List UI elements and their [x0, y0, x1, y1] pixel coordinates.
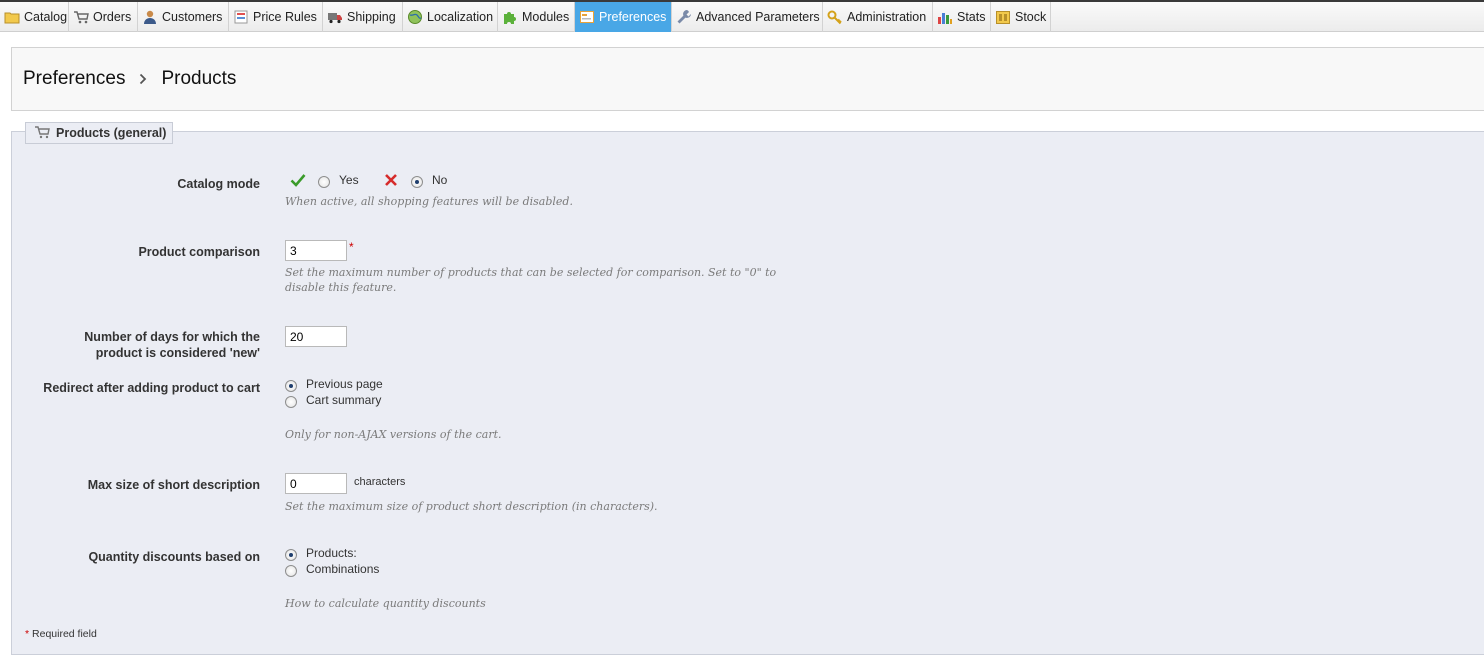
required-mark: * [25, 628, 30, 640]
globe-icon [407, 9, 423, 25]
tab-stock[interactable]: Stock [991, 2, 1051, 32]
required-field-text: Required field [32, 628, 97, 640]
catalog-mode-hint: When active, all shopping features will … [285, 195, 573, 208]
label-line: Number of days for which the [84, 330, 260, 344]
breadcrumb: Preferences Products [11, 47, 1484, 111]
folder-icon [4, 9, 20, 25]
truck-icon [327, 9, 343, 25]
qty-discounts-combinations-radio[interactable] [285, 565, 297, 577]
redirect-cart-summary-radio[interactable] [285, 396, 297, 408]
tab-label: Customers [162, 10, 223, 24]
required-field-note: * Required field [25, 628, 97, 640]
cart-icon [73, 9, 89, 25]
tab-label: Modules [522, 10, 570, 24]
tab-advanced-parameters[interactable]: Advanced Parameters [672, 2, 823, 32]
catalog-mode-yes-label: Yes [339, 173, 359, 187]
cart-icon [34, 125, 50, 142]
wrench-icon [676, 9, 692, 25]
product-comparison-label: Product comparison [138, 245, 260, 259]
legend-text: Products (general) [56, 126, 167, 140]
preferences-icon [579, 9, 595, 25]
tab-customers[interactable]: Customers [138, 2, 229, 32]
short-description-hint: Set the maximum size of product short de… [285, 500, 658, 513]
bar-chart-icon [937, 9, 953, 25]
tab-label: Price Rules [253, 10, 317, 24]
stock-icon [995, 9, 1011, 25]
puzzle-icon [502, 9, 518, 25]
tab-label: Localization [427, 10, 494, 24]
tab-label: Stock [1015, 10, 1047, 24]
qty-discounts-products-radio[interactable] [285, 549, 297, 561]
price-rules-icon [233, 9, 249, 25]
tab-label: Administration [847, 10, 927, 24]
tab-administration[interactable]: Administration [823, 2, 933, 32]
catalog-mode-label: Catalog mode [177, 177, 260, 191]
page-title: Products [161, 68, 237, 89]
check-icon [290, 173, 306, 190]
breadcrumb-parent[interactable]: Preferences [23, 68, 125, 90]
label-line: product is considered 'new' [95, 346, 260, 360]
tab-label: Catalog [24, 10, 68, 24]
tab-label: Shipping [347, 10, 396, 24]
new-days-label: Number of days for which the product is … [20, 329, 260, 361]
catalog-mode-no-label: No [432, 173, 448, 187]
catalog-mode-no-radio[interactable] [411, 176, 423, 188]
redirect-cart-summary-label: Cart summary [306, 393, 382, 407]
characters-suffix: characters [354, 476, 406, 488]
qty-discounts-combinations-label: Combinations [306, 562, 380, 576]
product-comparison-hint: Set the maximum number of products that … [285, 265, 776, 295]
tab-stats[interactable]: Stats [933, 2, 991, 32]
catalog-mode-yes-radio[interactable] [318, 176, 330, 188]
redirect-hint: Only for non-AJAX versions of the cart. [285, 428, 502, 441]
chevron-right-icon [139, 73, 147, 85]
tab-orders[interactable]: Orders [69, 2, 138, 32]
tab-catalog[interactable]: Catalog [0, 2, 69, 32]
tab-label: Preferences [599, 10, 667, 24]
quantity-discounts-hint: How to calculate quantity discounts [285, 597, 486, 610]
qty-discounts-products-label: Products: [306, 546, 357, 560]
user-icon [142, 9, 158, 25]
redirect-label: Redirect after adding product to cart [43, 381, 260, 395]
redirect-previous-page-radio[interactable] [285, 380, 297, 392]
new-days-input[interactable] [285, 326, 347, 347]
hint-line: Set the maximum number of products that … [285, 266, 777, 279]
quantity-discounts-label: Quantity discounts based on [88, 550, 260, 564]
tab-preferences[interactable]: Preferences [575, 2, 672, 32]
redirect-previous-page-label: Previous page [306, 377, 383, 391]
cross-icon [384, 173, 398, 190]
short-description-label: Max size of short description [87, 478, 260, 492]
top-navigation: Catalog Orders Customers Price Rules Shi… [0, 0, 1484, 32]
tab-localization[interactable]: Localization [403, 2, 498, 32]
key-icon [827, 9, 843, 25]
tab-shipping[interactable]: Shipping [323, 2, 403, 32]
tab-modules[interactable]: Modules [498, 2, 575, 32]
tab-label: Advanced Parameters [696, 10, 820, 24]
tab-price-rules[interactable]: Price Rules [229, 2, 323, 32]
fieldset-legend: Products (general) [25, 122, 174, 144]
required-mark: * [349, 240, 354, 254]
tab-label: Stats [957, 10, 986, 24]
short-description-input[interactable] [285, 473, 347, 494]
tab-label: Orders [93, 10, 132, 24]
product-comparison-input[interactable] [285, 240, 347, 261]
hint-line: disable this feature. [285, 281, 397, 294]
